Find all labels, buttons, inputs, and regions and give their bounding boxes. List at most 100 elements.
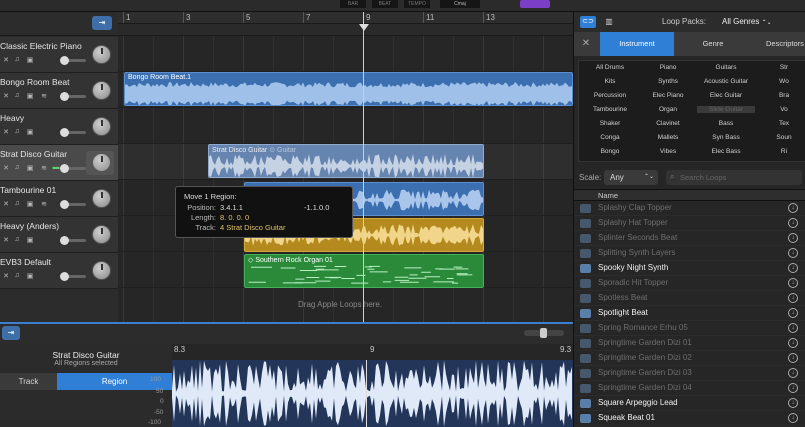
input-monitor-icon[interactable]: ≋	[40, 92, 48, 100]
download-icon[interactable]: ↓	[788, 368, 798, 378]
lock-icon[interactable]: ▣	[26, 200, 34, 208]
catch-playhead-icon[interactable]: ⇥	[2, 326, 20, 340]
keyword-button[interactable]: All Drums	[581, 64, 639, 71]
lock-icon[interactable]: ▣	[26, 164, 34, 172]
loop-row[interactable]: Sporadic Hit Topper ↓	[574, 276, 805, 291]
download-icon[interactable]: ↓	[788, 248, 798, 258]
track-header[interactable]: Classic Electric Piano ✕ ♫ ▣	[0, 37, 118, 73]
playhead-handle[interactable]	[359, 24, 369, 31]
headphones-icon[interactable]: ♫	[13, 56, 21, 63]
keyword-button[interactable]: Elec Piano	[639, 92, 697, 99]
keyword-button[interactable]: Tex	[755, 120, 805, 127]
loop-row[interactable]: Springtime Garden Dizi 02 ↓	[574, 351, 805, 366]
loop-row[interactable]: Spotlight Beat ↓	[574, 306, 805, 321]
loop-row[interactable]: Splinter Seconds Beat ↓	[574, 231, 805, 246]
catch-playhead-icon[interactable]: ⇥	[92, 16, 112, 30]
editor-tab-track[interactable]: Track	[0, 373, 57, 390]
region-strat[interactable]: Strat Disco Guitar ⊙ Guitar	[208, 144, 484, 178]
download-icon[interactable]: ↓	[788, 293, 798, 303]
mute-icon[interactable]: ✕	[2, 164, 10, 172]
volume-slider[interactable]	[60, 164, 86, 173]
lock-icon[interactable]: ▣	[26, 56, 34, 64]
loop-row[interactable]: Square Arpeggio Lead ↓	[574, 396, 805, 411]
loop-row[interactable]: Splashy Hat Topper ↓	[574, 216, 805, 231]
keyword-button[interactable]: Clavinet	[639, 120, 697, 127]
mute-icon[interactable]: ✕	[2, 56, 10, 64]
track-header[interactable]: Heavy ✕ ♫ ▣	[0, 109, 118, 145]
download-icon[interactable]: ↓	[788, 353, 798, 363]
download-icon[interactable]: ↓	[788, 263, 798, 273]
volume-slider[interactable]	[60, 272, 86, 281]
tab-genre[interactable]: Genre	[674, 32, 752, 56]
download-icon[interactable]: ↓	[788, 413, 798, 423]
search-field[interactable]: ⌕ Search Loops	[666, 170, 802, 185]
download-icon[interactable]: ↓	[788, 233, 798, 243]
mute-icon[interactable]: ✕	[2, 272, 10, 280]
keyword-button[interactable]: Kits	[581, 78, 639, 85]
reset-icon[interactable]: ✕	[574, 32, 598, 56]
loop-packs-select[interactable]: All Genres ⌃⌄	[722, 17, 772, 26]
scale-select[interactable]: Any ⌃⌄	[604, 170, 658, 185]
tab-descriptors[interactable]: Descriptors	[752, 32, 805, 56]
cycle-area[interactable]	[118, 24, 573, 36]
keyword-button[interactable]: Acoustic Guitar	[697, 78, 755, 85]
keyword-button[interactable]: Vibes	[639, 148, 697, 155]
download-icon[interactable]: ↓	[788, 218, 798, 228]
pan-knob[interactable]	[92, 225, 111, 244]
track-lane[interactable]	[118, 36, 573, 72]
headphones-icon[interactable]: ♫	[13, 164, 21, 171]
keyword-button[interactable]: Guitars	[697, 64, 755, 71]
keyword-button[interactable]: Soun	[755, 134, 805, 141]
name-column-header[interactable]: Name	[598, 191, 618, 200]
track-header[interactable]: Heavy (Anders) ✕ ♫ ▣	[0, 217, 118, 253]
headphones-icon[interactable]: ♫	[13, 236, 21, 243]
pan-knob[interactable]	[92, 117, 111, 136]
keyword-button[interactable]: Elec Bass	[697, 148, 755, 155]
download-icon[interactable]: ↓	[788, 203, 798, 213]
keyword-button[interactable]: Bongo	[581, 148, 639, 155]
keyword-button[interactable]: Syn Bass	[697, 134, 755, 141]
volume-slider[interactable]	[60, 56, 86, 65]
pan-knob[interactable]	[92, 153, 111, 172]
pan-knob[interactable]	[92, 45, 111, 64]
loop-row[interactable]: Spooky Night Synth ↓	[574, 261, 805, 276]
download-icon[interactable]: ↓	[788, 383, 798, 393]
loop-row[interactable]: Squeak Beat 01 ↓	[574, 411, 805, 426]
lock-icon[interactable]: ▣	[26, 128, 34, 136]
volume-slider[interactable]	[60, 92, 86, 101]
track-header[interactable]: EVB3 Default ✕ ♫ ▣	[0, 253, 118, 289]
timeline-ruler[interactable]: 1 3 5 7 9 11 13	[118, 12, 573, 24]
loop-row[interactable]: Splashy Clap Topper ↓	[574, 201, 805, 216]
tab-instrument[interactable]: Instrument	[600, 32, 674, 56]
metronome-indicator[interactable]	[520, 0, 550, 8]
loops-view-icon[interactable]: ⊂⊃	[580, 16, 596, 28]
pan-knob[interactable]	[92, 81, 111, 100]
keyword-button[interactable]: Elec Guitar	[697, 92, 755, 99]
editor-playhead[interactable]	[366, 360, 367, 427]
volume-slider[interactable]	[60, 236, 86, 245]
track-header[interactable]: Tambourine 01 ✕ ♫ ▣ ≋	[0, 181, 118, 217]
download-icon[interactable]: ↓	[788, 338, 798, 348]
download-icon[interactable]: ↓	[788, 323, 798, 333]
editor-waveform[interactable]	[172, 360, 573, 427]
lock-icon[interactable]: ▣	[26, 236, 34, 244]
keyword-button[interactable]: Synths	[639, 78, 697, 85]
headphones-icon[interactable]: ♫	[13, 92, 21, 99]
keyword-button[interactable]: Ri	[755, 148, 805, 155]
keyword-button[interactable]: Tambourine	[581, 106, 639, 113]
volume-slider[interactable]	[60, 128, 86, 137]
lock-icon[interactable]: ▣	[26, 272, 34, 280]
record-enable-icon[interactable]: ▬	[52, 164, 60, 171]
lock-icon[interactable]: ▣	[26, 92, 34, 100]
keyword-button[interactable]: Slide Guitar	[697, 106, 755, 113]
mute-icon[interactable]: ✕	[2, 236, 10, 244]
loop-row[interactable]: Spotless Beat ↓	[574, 291, 805, 306]
lcd-key[interactable]: Cmaj	[440, 0, 480, 8]
keyword-button[interactable]: Wo	[755, 78, 805, 85]
download-icon[interactable]: ↓	[788, 398, 798, 408]
keyword-button[interactable]: Vo	[755, 106, 805, 113]
keyword-button[interactable]: Piano	[639, 64, 697, 71]
input-monitor-icon[interactable]: ≋	[40, 200, 48, 208]
keyword-button[interactable]: Conga	[581, 134, 639, 141]
track-lane[interactable]	[118, 108, 573, 144]
